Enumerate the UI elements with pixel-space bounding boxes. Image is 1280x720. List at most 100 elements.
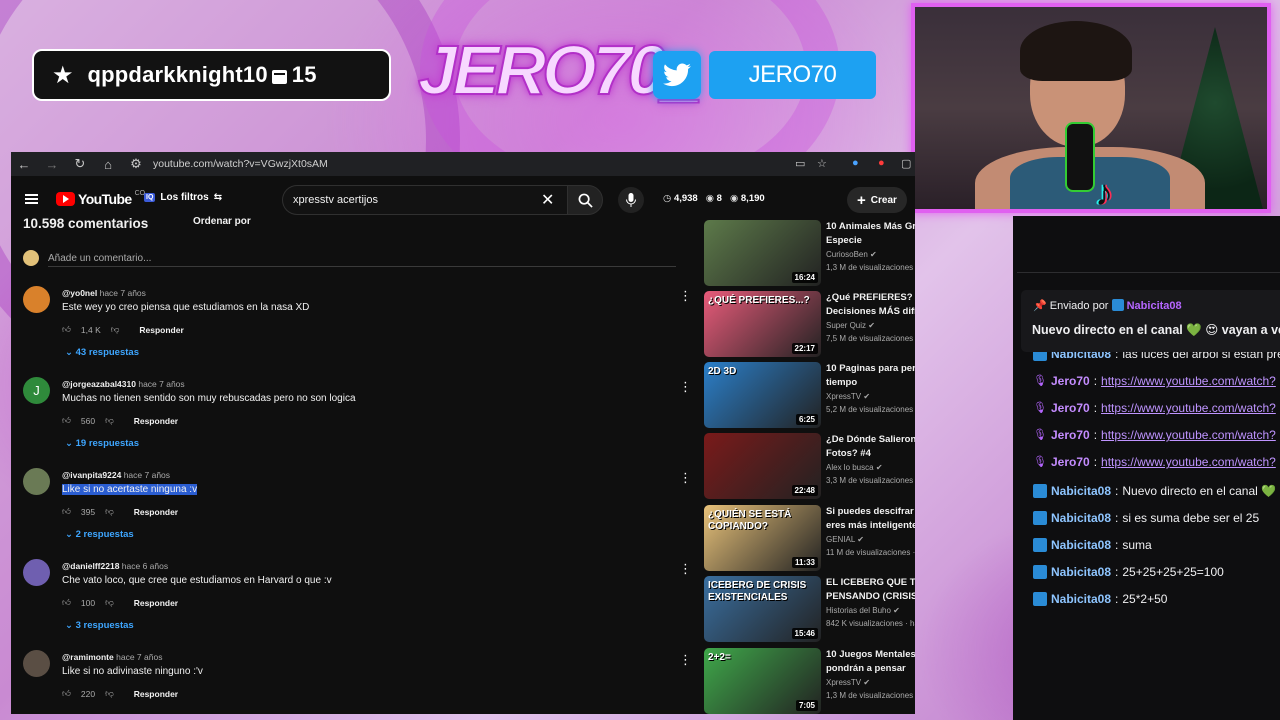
comment-menu-icon[interactable]: ⋮ bbox=[679, 470, 692, 486]
video-title[interactable]: 10 Juegos Mentales que te pondrán a pens… bbox=[826, 648, 915, 676]
comment-time[interactable]: hace 7 años bbox=[124, 470, 170, 480]
site-settings-icon[interactable]: ⚙ bbox=[129, 156, 143, 172]
video-thumbnail[interactable]: 2D 3D 6:25 bbox=[704, 362, 821, 428]
related-video[interactable]: ¿QUIÉN SE ESTÁ COPIANDO? 11:33 Si puedes d… bbox=[704, 505, 915, 571]
dislike-icon[interactable]: 👎︎ bbox=[105, 597, 114, 608]
add-comment-field[interactable]: Añade un comentario... bbox=[23, 250, 151, 266]
comment-username[interactable]: @jorgeazabal4310 bbox=[62, 379, 136, 389]
comment-menu-icon[interactable]: ⋮ bbox=[679, 379, 692, 395]
video-channel[interactable]: CuriosoBen ✔ bbox=[826, 250, 877, 259]
dislike-icon[interactable]: 👎︎ bbox=[105, 415, 114, 426]
clear-search-icon[interactable]: ✕ bbox=[541, 190, 554, 210]
install-icon[interactable]: ▭ bbox=[795, 157, 805, 170]
create-button[interactable]: + Crear bbox=[847, 187, 907, 213]
related-video[interactable]: 2D 3D 6:25 10 Paginas para perder el tiemp… bbox=[704, 362, 915, 428]
video-thumbnail[interactable]: ¿QUÉ PREFIERES...? 22:17 bbox=[704, 291, 821, 357]
extensions-menu-icon[interactable]: ▢ bbox=[901, 157, 911, 170]
video-title[interactable]: EL ICEBERG QUE TE DEJARÁ PENSANDO (CRISI… bbox=[826, 576, 915, 604]
video-title[interactable]: 10 Paginas para perder el tiempo bbox=[826, 362, 915, 390]
video-thumbnail[interactable]: ICEBERG DE CRISIS EXISTENCIALES 15:46 bbox=[704, 576, 821, 642]
search-button[interactable] bbox=[567, 185, 603, 215]
show-replies-button[interactable]: ⌄ 2 respuestas bbox=[65, 529, 134, 540]
comment-time[interactable]: hace 7 años bbox=[138, 379, 184, 389]
video-channel[interactable]: GENIAL ✔ bbox=[826, 535, 864, 544]
filters-button[interactable]: IQ Los filtros ⇆ bbox=[144, 192, 222, 203]
chat-username[interactable]: Jero70 bbox=[1051, 428, 1090, 442]
comment-menu-icon[interactable]: ⋮ bbox=[679, 652, 692, 668]
search-input[interactable]: xpresstv acertijos bbox=[282, 185, 567, 215]
chat-link[interactable]: https://www.youtube.com/watch? bbox=[1101, 401, 1276, 415]
address-bar[interactable]: youtube.com/watch?v=VGwzjXt0sAM bbox=[153, 158, 328, 170]
show-replies-button[interactable]: ⌄ 43 respuestas bbox=[65, 347, 139, 358]
comment-time[interactable]: hace 6 años bbox=[122, 561, 168, 571]
show-replies-button[interactable]: ⌄ 3 respuestas bbox=[65, 620, 134, 631]
like-icon[interactable]: 👍︎ bbox=[62, 415, 71, 426]
video-title[interactable]: 10 Animales Más Grandes De Su Especie bbox=[826, 220, 915, 248]
channel-name[interactable]: GENIAL bbox=[826, 535, 855, 544]
back-icon[interactable]: ← bbox=[17, 157, 31, 172]
chat-username[interactable]: Nabicita08 bbox=[1051, 592, 1111, 606]
commenter-avatar[interactable] bbox=[23, 559, 50, 586]
video-channel[interactable]: XpressTV ✔ bbox=[826, 678, 870, 687]
dislike-icon[interactable]: 👎︎ bbox=[105, 688, 114, 699]
video-thumbnail[interactable]: ¿QUIÉN SE ESTÁ COPIANDO? 11:33 bbox=[704, 505, 821, 571]
related-video[interactable]: ICEBERG DE CRISIS EXISTENCIALES 15:46 EL I… bbox=[704, 576, 915, 642]
reply-button[interactable]: Responder bbox=[134, 598, 178, 608]
channel-name[interactable]: Historias del Buho bbox=[826, 606, 891, 615]
chat-username[interactable]: Jero70 bbox=[1051, 374, 1090, 388]
menu-icon[interactable] bbox=[25, 194, 38, 204]
reply-button[interactable]: Responder bbox=[134, 416, 178, 426]
comment-menu-icon[interactable]: ⋮ bbox=[679, 561, 692, 577]
video-title[interactable]: Si puedes descifrar 15 acertijos, eres m… bbox=[826, 505, 915, 533]
video-title[interactable]: ¿De Dónde Salieron Estas Fotos? #4 bbox=[826, 433, 915, 461]
channel-name[interactable]: CuriosoBen bbox=[826, 250, 868, 259]
reload-icon[interactable]: ↻ bbox=[73, 156, 87, 172]
extension-icon[interactable]: ● bbox=[878, 157, 885, 169]
like-icon[interactable]: 👍︎ bbox=[62, 688, 71, 699]
comment-username[interactable]: @ramimonte bbox=[62, 652, 114, 662]
video-channel[interactable]: Historias del Buho ✔ bbox=[826, 606, 900, 615]
like-icon[interactable]: 👍︎ bbox=[62, 324, 71, 335]
related-video[interactable]: 22:48 ¿De Dónde Salieron Estas Fotos? #4 A… bbox=[704, 433, 915, 499]
video-title[interactable]: ¿Qué PREFIERES? ¡Las 100 Decisiones MÁS … bbox=[826, 291, 915, 319]
show-replies-button[interactable]: ⌄ 19 respuestas bbox=[65, 438, 139, 449]
video-thumbnail[interactable]: 16:24 bbox=[704, 220, 821, 286]
channel-name[interactable]: XpressTV bbox=[826, 678, 861, 687]
reply-button[interactable]: Responder bbox=[134, 507, 178, 517]
bookmark-star-icon[interactable]: ☆ bbox=[817, 157, 827, 170]
chat-link[interactable]: https://www.youtube.com/watch? bbox=[1101, 455, 1276, 469]
related-video[interactable]: 16:24 10 Animales Más Grandes De Su Espec… bbox=[704, 220, 915, 286]
chat-username[interactable]: Nabicita08 bbox=[1051, 511, 1111, 525]
comment-username[interactable]: @danielff2218 bbox=[62, 561, 119, 571]
chat-username[interactable]: Nabicita08 bbox=[1051, 538, 1111, 552]
related-video[interactable]: 2+2= 7:05 10 Juegos Mentales que te pondrá… bbox=[704, 648, 915, 714]
related-video[interactable]: ¿QUÉ PREFIERES...? 22:17 ¿Qué PREFIERES? ¡… bbox=[704, 291, 915, 357]
commenter-avatar[interactable]: J bbox=[23, 377, 50, 404]
comment-time[interactable]: hace 7 años bbox=[100, 288, 146, 298]
home-icon[interactable]: ⌂ bbox=[101, 157, 115, 172]
reply-button[interactable]: Responder bbox=[139, 325, 183, 335]
chat-username[interactable]: Nabicita08 bbox=[1051, 484, 1111, 498]
channel-name[interactable]: Super Quiz bbox=[826, 321, 866, 330]
chat-username[interactable]: Jero70 bbox=[1051, 455, 1090, 469]
video-channel[interactable]: XpressTV ✔ bbox=[826, 392, 870, 401]
chat-username[interactable]: Jero70 bbox=[1051, 401, 1090, 415]
chat-link[interactable]: https://www.youtube.com/watch? bbox=[1101, 374, 1276, 388]
youtube-logo[interactable]: YouTube CO bbox=[56, 190, 145, 207]
forward-icon[interactable]: → bbox=[45, 157, 59, 172]
like-icon[interactable]: 👍︎ bbox=[62, 597, 71, 608]
video-channel[interactable]: Super Quiz ✔ bbox=[826, 321, 875, 330]
comment-time[interactable]: hace 7 años bbox=[116, 652, 162, 662]
sort-by-button[interactable]: Ordenar por bbox=[193, 216, 251, 227]
channel-name[interactable]: XpressTV bbox=[826, 392, 861, 401]
dislike-icon[interactable]: 👎︎ bbox=[105, 506, 114, 517]
comment-menu-icon[interactable]: ⋮ bbox=[679, 288, 692, 304]
commenter-avatar[interactable] bbox=[23, 650, 50, 677]
voice-search-button[interactable] bbox=[618, 187, 644, 213]
video-thumbnail[interactable]: 22:48 bbox=[704, 433, 821, 499]
comment-username[interactable]: @ivanpita9224 bbox=[62, 470, 121, 480]
video-channel[interactable]: Alex lo busca ✔ bbox=[826, 463, 883, 472]
commenter-avatar[interactable] bbox=[23, 468, 50, 495]
commenter-avatar[interactable] bbox=[23, 286, 50, 313]
like-icon[interactable]: 👍︎ bbox=[62, 506, 71, 517]
